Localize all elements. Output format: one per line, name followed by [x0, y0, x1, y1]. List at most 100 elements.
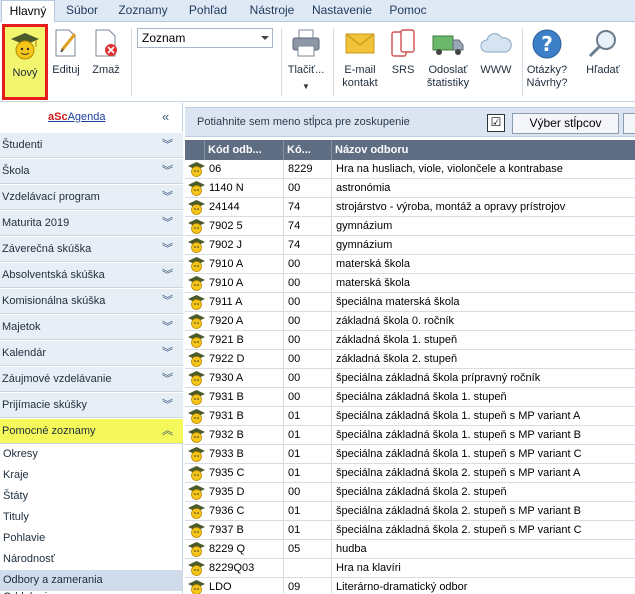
table-row[interactable]: 7910 A 00 materská škola	[185, 274, 635, 293]
chevron-down-icon: ︾	[162, 295, 173, 307]
table-row[interactable]: 7921 B 00 základná škola 1. stupeň	[185, 331, 635, 350]
srs-button[interactable]: SRS	[386, 24, 420, 100]
table-row[interactable]: 8229 Q 05 hudba	[185, 540, 635, 559]
email-contact-button[interactable]: E-mail kontakt	[338, 24, 382, 100]
cell-kod-odboru: 7931 B	[205, 388, 284, 407]
nav-item-studenti[interactable]: Študenti ︾	[0, 132, 183, 158]
student-icon	[188, 580, 205, 594]
table-row[interactable]: 7930 A 00 špeciálna základná škola príprav…	[185, 369, 635, 388]
nav-item-komisionalna-skuska[interactable]: Komisionálna skúška ︾	[0, 288, 183, 314]
tab-hlavny[interactable]: Hlavný	[1, 0, 55, 23]
table-row[interactable]: 7922 D 00 základná škola 2. stupeň	[185, 350, 635, 369]
nav-item-prijimacie-skusky[interactable]: Prijímacie skúšky ︾	[0, 392, 183, 418]
cell-nazov-odboru: astronómia	[336, 182, 391, 194]
table-row[interactable]: 06 8229 Hra na husliach, viole, violončele…	[185, 160, 635, 179]
www-button[interactable]: WWW	[476, 24, 516, 100]
chevron-down-icon: ︾	[162, 321, 173, 333]
student-icon	[188, 409, 205, 424]
sub-item-tituly[interactable]: Tituly	[0, 507, 183, 528]
tab-zoznamy[interactable]: Zoznamy	[114, 0, 172, 22]
table-row[interactable]: 24144 74 strojárstvo - výroba, montáž a op…	[185, 198, 635, 217]
cell-nazov-odboru: špeciálna základná škola 1. stupeň s MP …	[336, 410, 581, 422]
sub-item-narodnost[interactable]: Národnosť	[0, 549, 183, 570]
delete-button-label: Zmaž	[92, 64, 120, 76]
delete-button[interactable]: Zmaž	[88, 24, 124, 100]
grid-extra-button[interactable]	[623, 113, 635, 134]
cell-kod: 8229	[284, 160, 332, 179]
questions-button[interactable]: ? Otázky? Návrhy?	[524, 24, 570, 100]
cell-nazov-odboru: základná škola 0. ročník	[336, 315, 455, 327]
edit-button[interactable]: Edituj	[50, 24, 82, 100]
cell-kod: 01	[284, 407, 332, 426]
cell-kod-odboru: 7902 5	[205, 217, 284, 236]
nav-item-absolventska-skuska[interactable]: Absolventská skúška ︾	[0, 262, 183, 288]
nav-item-majetok[interactable]: Majetok ︾	[0, 314, 183, 340]
column-chooser-button[interactable]: Výber stĺpcov	[512, 113, 619, 134]
table-row[interactable]: 7902 J 74 gymnázium	[185, 236, 635, 255]
nav-item-skola[interactable]: Škola ︾	[0, 158, 183, 184]
asc-agenda-logo[interactable]: aScAgenda	[48, 111, 106, 123]
student-icon	[188, 352, 205, 367]
table-row[interactable]: 7931 B 00 špeciálna základná škola 1. stup…	[185, 388, 635, 407]
nav-item-zaujmove-vzdelavanie[interactable]: Záujmové vzdelávanie ︾	[0, 366, 183, 392]
sub-item-oddelenia[interactable]: Oddelenia	[0, 590, 183, 594]
sub-item-kraje[interactable]: Kraje	[0, 465, 183, 486]
cell-kod-odboru: 24144	[205, 198, 284, 217]
nav-item-label: Záverečná skúška	[2, 243, 92, 255]
new-button[interactable]: Nový	[2, 24, 48, 100]
student-icon	[188, 542, 205, 557]
nav-item-zaverecna-skuska[interactable]: Záverečná skúška ︾	[0, 236, 183, 262]
table-row[interactable]: 7911 A 00 špeciálna materská škola	[185, 293, 635, 312]
table-row[interactable]: 7935 D 00 špeciálna základná škola 2. stup…	[185, 483, 635, 502]
table-row[interactable]: 7937 B 01 špeciálna základná škola 2. stup…	[185, 521, 635, 540]
tab-pohlad[interactable]: Pohľad	[186, 0, 230, 22]
search-button[interactable]: Hľadať	[580, 24, 626, 100]
cell-nazov-odboru: hudba	[336, 543, 367, 555]
chevron-down-icon: ︾	[162, 243, 173, 255]
table-row[interactable]: LDO 09 Literárno-dramatický odbor	[185, 578, 635, 594]
table-row[interactable]: 7931 B 01 špeciálna základná škola 1. stup…	[185, 407, 635, 426]
table-row[interactable]: 8229Q03 Hra na klavíri	[185, 559, 635, 578]
table-row[interactable]: 1140 N 00 astronómia	[185, 179, 635, 198]
sub-item-odbory-a-zamerania[interactable]: Odbory a zamerania	[0, 570, 183, 591]
nav-item-kalendar[interactable]: Kalendár ︾	[0, 340, 183, 366]
group-by-panel[interactable]: Potiahnite sem meno stĺpca pre zoskupeni…	[185, 107, 635, 137]
sub-item-okresy[interactable]: Okresy	[0, 444, 183, 465]
cell-nazov-odboru: Literárno-dramatický odbor	[336, 581, 468, 593]
sub-item-pohlavie[interactable]: Pohlavie	[0, 528, 183, 549]
cell-kod-odboru: 7910 A	[205, 274, 284, 293]
logo-agenda: Agenda	[67, 111, 106, 123]
table-row[interactable]: 7910 A 00 materská škola	[185, 255, 635, 274]
send-statistics-button[interactable]: Odoslať štatistiky	[424, 24, 472, 100]
cell-nazov-odboru: základná škola 2. stupeň	[336, 353, 458, 365]
tab-nastavenie[interactable]: Nastavenie	[311, 0, 373, 22]
tab-subor[interactable]: Súbor	[62, 0, 102, 22]
cell-kod-odboru: LDO	[205, 578, 284, 594]
table-row[interactable]: 7932 B 01 špeciálna základná škola 1. stup…	[185, 426, 635, 445]
list-type-combo[interactable]: Zoznam	[137, 28, 273, 48]
print-dropdown-icon[interactable]: ▼	[284, 82, 328, 91]
nav-item-vzdelavaci-program[interactable]: Vzdelávací program ︾	[0, 184, 183, 210]
cell-kod-odboru: 7910 A	[205, 255, 284, 274]
cell-kod: 74	[284, 198, 332, 217]
nav-item-pomocne-zoznamy[interactable]: Pomocné zoznamy ︽	[0, 418, 183, 444]
table-row[interactable]: 7920 A 00 základná škola 0. ročník	[185, 312, 635, 331]
header-kod[interactable]: Kó...	[284, 140, 332, 160]
collapse-panel-icon[interactable]: «	[162, 109, 169, 124]
sub-item-staty[interactable]: Štáty	[0, 486, 183, 507]
header-kod-odboru[interactable]: Kód odb...	[205, 140, 284, 160]
header-nazov-odboru[interactable]: Názov odboru	[332, 140, 635, 160]
table-row[interactable]: 7935 C 01 špeciálna základná škola 2. stup…	[185, 464, 635, 483]
table-row[interactable]: 7902 5 74 gymnázium	[185, 217, 635, 236]
cell-nazov-odboru: špeciálna základná škola 2. stupeň	[336, 486, 507, 498]
print-button[interactable]: Tlačiť... ▼	[284, 24, 328, 100]
table-row[interactable]: 7936 C 01 špeciálna základná škola 2. stup…	[185, 502, 635, 521]
student-icon	[188, 390, 205, 405]
tab-nastroje[interactable]: Nástroje	[244, 0, 300, 22]
chevron-down-icon: ︾	[162, 165, 173, 177]
nav-item-maturita[interactable]: Maturita 2019 ︾	[0, 210, 183, 236]
tab-pomoc[interactable]: Pomoc	[388, 0, 428, 22]
student-new-icon	[11, 33, 39, 60]
show-group-checkbox[interactable]: ☑	[487, 114, 505, 132]
table-row[interactable]: 7933 B 01 špeciálna základná škola 1. stup…	[185, 445, 635, 464]
